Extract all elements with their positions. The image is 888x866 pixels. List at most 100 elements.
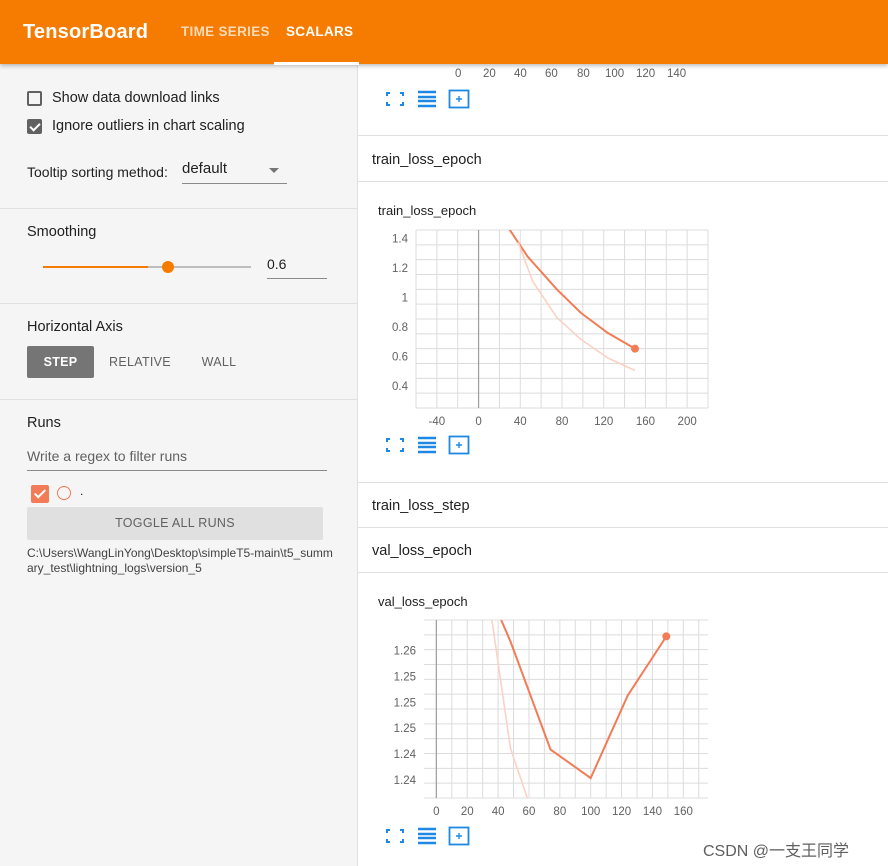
horizontal-axis-title: Horizontal Axis xyxy=(27,319,123,335)
x-tick-label: 160 xyxy=(636,416,655,428)
x-tick-label: 40 xyxy=(514,68,527,80)
x-tick-label: 140 xyxy=(667,68,687,80)
run-color-swatch[interactable] xyxy=(57,486,71,500)
x-tick-label: 80 xyxy=(556,416,569,428)
x-tick-label: 120 xyxy=(594,416,613,428)
axis-relative-button[interactable]: RELATIVE xyxy=(105,346,175,378)
show-download-links-toggle[interactable]: Show data download links xyxy=(27,90,220,106)
smoothed-series-line xyxy=(500,620,668,780)
chart-toolbar xyxy=(384,826,470,846)
axis-wall-button[interactable]: WALL xyxy=(190,346,248,378)
smoothing-slider[interactable] xyxy=(43,261,251,273)
x-tick-label: 80 xyxy=(553,806,566,818)
run-filter-input[interactable]: Write a regex to filter runs xyxy=(27,444,327,471)
series-endpoint-marker xyxy=(631,344,639,353)
runs-title: Runs xyxy=(27,415,61,431)
x-tick-label: 100 xyxy=(605,68,625,80)
fit-domain-icon[interactable] xyxy=(448,435,470,455)
fit-domain-icon[interactable] xyxy=(448,826,470,846)
group-title-train-loss-step[interactable]: train_loss_step xyxy=(372,498,470,514)
divider xyxy=(0,399,357,400)
x-tick-label: 40 xyxy=(492,806,505,818)
y-tick-label: 1.25 xyxy=(394,697,416,709)
divider xyxy=(0,303,357,304)
show-download-links-checkbox[interactable] xyxy=(27,90,42,106)
divider xyxy=(0,208,357,209)
top-app-bar: TensorBoard TIME SERIES SCALARS xyxy=(0,0,888,65)
x-tick-label: 160 xyxy=(674,806,693,818)
x-tick-label: 60 xyxy=(545,68,558,80)
log-scale-icon[interactable] xyxy=(416,826,438,846)
x-tick-label: 40 xyxy=(514,416,527,428)
tab-time-series[interactable]: TIME SERIES xyxy=(181,24,270,39)
run-checkbox[interactable] xyxy=(31,485,49,503)
group-title-val-loss-epoch[interactable]: val_loss_epoch xyxy=(372,543,472,559)
tooltip-sorting-label: Tooltip sorting method: xyxy=(27,164,168,180)
toggle-all-runs-button[interactable]: TOGGLE ALL RUNS xyxy=(27,507,323,540)
smoothing-value-input[interactable]: 0.6 xyxy=(267,254,327,279)
train-loss-epoch-chart[interactable]: -40 0 40 80 120 160 200 0.4 0.6 0.8 1 1.2 1.4 xyxy=(358,222,718,432)
val-loss-epoch-chart[interactable]: 0 20 40 60 80 100 120 140 160 1.24 1.24 1.25 1.25 1.2… xyxy=(358,612,718,824)
chevron-down-icon xyxy=(269,168,279,173)
smoothing-title: Smoothing xyxy=(27,224,97,240)
watermark: CSDN @一支王同学 xyxy=(703,843,850,860)
y-tick-label: 0.8 xyxy=(392,322,408,334)
ignore-outliers-toggle[interactable]: Ignore outliers in chart scaling xyxy=(27,118,245,134)
y-tick-label: 1.24 xyxy=(394,775,417,787)
tooltip-sorting-value: default xyxy=(182,160,228,177)
x-tick-label: 60 xyxy=(523,806,536,818)
show-download-links-label: Show data download links xyxy=(52,90,220,106)
tab-scalars[interactable]: SCALARS xyxy=(286,24,353,39)
x-tick-label: 100 xyxy=(581,806,600,818)
divider xyxy=(358,572,888,573)
x-tick-label: 140 xyxy=(643,806,662,818)
tooltip-sorting-select[interactable]: default xyxy=(182,159,287,184)
x-tick-label: 0 xyxy=(475,416,481,428)
y-tick-label: 1.4 xyxy=(392,234,409,246)
run-filter-placeholder: Write a regex to filter runs xyxy=(27,448,188,464)
chart-title: train_loss_epoch xyxy=(378,203,477,218)
y-tick-label: 0.6 xyxy=(392,352,408,364)
fullscreen-icon[interactable] xyxy=(384,89,406,109)
fullscreen-icon[interactable] xyxy=(384,826,406,846)
y-tick-label: 1.25 xyxy=(394,723,416,735)
x-tick-label: 20 xyxy=(461,806,474,818)
divider xyxy=(358,527,888,528)
group-title-train-loss-epoch[interactable]: train_loss_epoch xyxy=(372,152,482,168)
divider xyxy=(358,181,888,182)
fit-domain-icon[interactable] xyxy=(448,89,470,109)
y-tick-label: 1.2 xyxy=(392,263,408,275)
app-title: TensorBoard xyxy=(23,21,149,43)
y-tick-label: 1.26 xyxy=(394,646,416,658)
x-tick-label: 200 xyxy=(678,416,697,428)
x-tick-label: 120 xyxy=(612,806,631,818)
x-tick-label: -40 xyxy=(429,416,446,428)
x-tick-label: 0 xyxy=(455,68,462,80)
x-tick-label: 0 xyxy=(433,806,439,818)
smoothing-value: 0.6 xyxy=(267,256,287,272)
smoothing-slider-handle[interactable] xyxy=(161,261,174,273)
y-tick-label: 1.24 xyxy=(394,749,417,761)
log-scale-icon[interactable] xyxy=(416,435,438,455)
raw-series-line xyxy=(491,620,529,798)
x-tick-label: 80 xyxy=(577,68,590,80)
raw-series-line xyxy=(517,242,636,372)
chart-toolbar xyxy=(384,89,470,109)
run-name: . xyxy=(80,484,84,498)
smoothing-slider-fill xyxy=(43,266,148,268)
x-tick-label: 120 xyxy=(636,68,656,80)
chart-title: val_loss_epoch xyxy=(378,594,468,609)
y-tick-label: 1 xyxy=(402,293,408,305)
axis-step-button[interactable]: STEP xyxy=(27,346,94,378)
settings-sidebar: Show data download links Ignore outliers… xyxy=(0,64,358,866)
ignore-outliers-checkbox[interactable] xyxy=(27,118,42,134)
log-scale-icon[interactable] xyxy=(416,89,438,109)
divider xyxy=(358,482,888,483)
series-endpoint-marker xyxy=(662,632,671,641)
chart-toolbar xyxy=(384,435,470,455)
x-tick-label: 20 xyxy=(483,68,496,80)
divider xyxy=(358,135,888,136)
fullscreen-icon[interactable] xyxy=(384,435,406,455)
ignore-outliers-label: Ignore outliers in chart scaling xyxy=(52,118,245,134)
y-tick-label: 1.25 xyxy=(394,671,416,683)
